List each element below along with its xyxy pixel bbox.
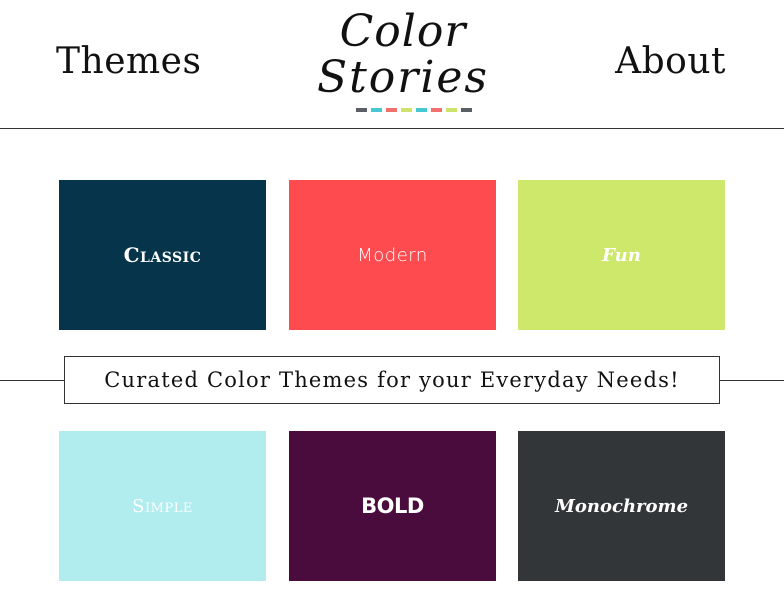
theme-tile-monochrome[interactable]: Monochrome <box>518 431 725 581</box>
logo-line-1: Color <box>339 6 467 57</box>
logo-dash <box>401 108 412 112</box>
nav-about-link[interactable]: About <box>615 38 726 86</box>
theme-tile-simple[interactable]: Simple <box>59 431 266 581</box>
theme-label-bold: BOLD <box>361 494 424 518</box>
logo-dash <box>446 108 457 112</box>
logo-line-2: Stories <box>316 52 490 103</box>
theme-label-modern: Modern <box>357 244 428 266</box>
color-stories-logo[interactable]: Color Stories <box>308 6 498 120</box>
theme-label-monochrome: Monochrome <box>554 495 689 517</box>
logo-dash <box>386 108 397 112</box>
tagline-rule-right <box>720 380 784 381</box>
theme-tile-classic[interactable]: Classic <box>59 180 266 330</box>
tagline-banner: Curated Color Themes for your Everyday N… <box>64 356 720 404</box>
logo-dash <box>356 108 367 112</box>
tagline-text: Curated Color Themes for your Everyday N… <box>104 368 680 392</box>
tagline-rule-left <box>0 380 64 381</box>
nav-themes-link[interactable]: Themes <box>56 38 201 86</box>
header-divider <box>0 128 784 129</box>
logo-dash <box>461 108 472 112</box>
logo-dash <box>416 108 427 112</box>
theme-tile-bold[interactable]: BOLD <box>289 431 496 581</box>
theme-label-fun: Fun <box>602 244 641 266</box>
theme-tile-modern[interactable]: Modern <box>289 180 496 330</box>
theme-label-classic: Classic <box>123 243 202 267</box>
logo-dash <box>371 108 382 112</box>
logo-color-dashes <box>356 108 472 112</box>
theme-tile-fun[interactable]: Fun <box>518 180 725 330</box>
logo-dash <box>431 108 442 112</box>
theme-label-simple: Simple <box>132 495 193 517</box>
